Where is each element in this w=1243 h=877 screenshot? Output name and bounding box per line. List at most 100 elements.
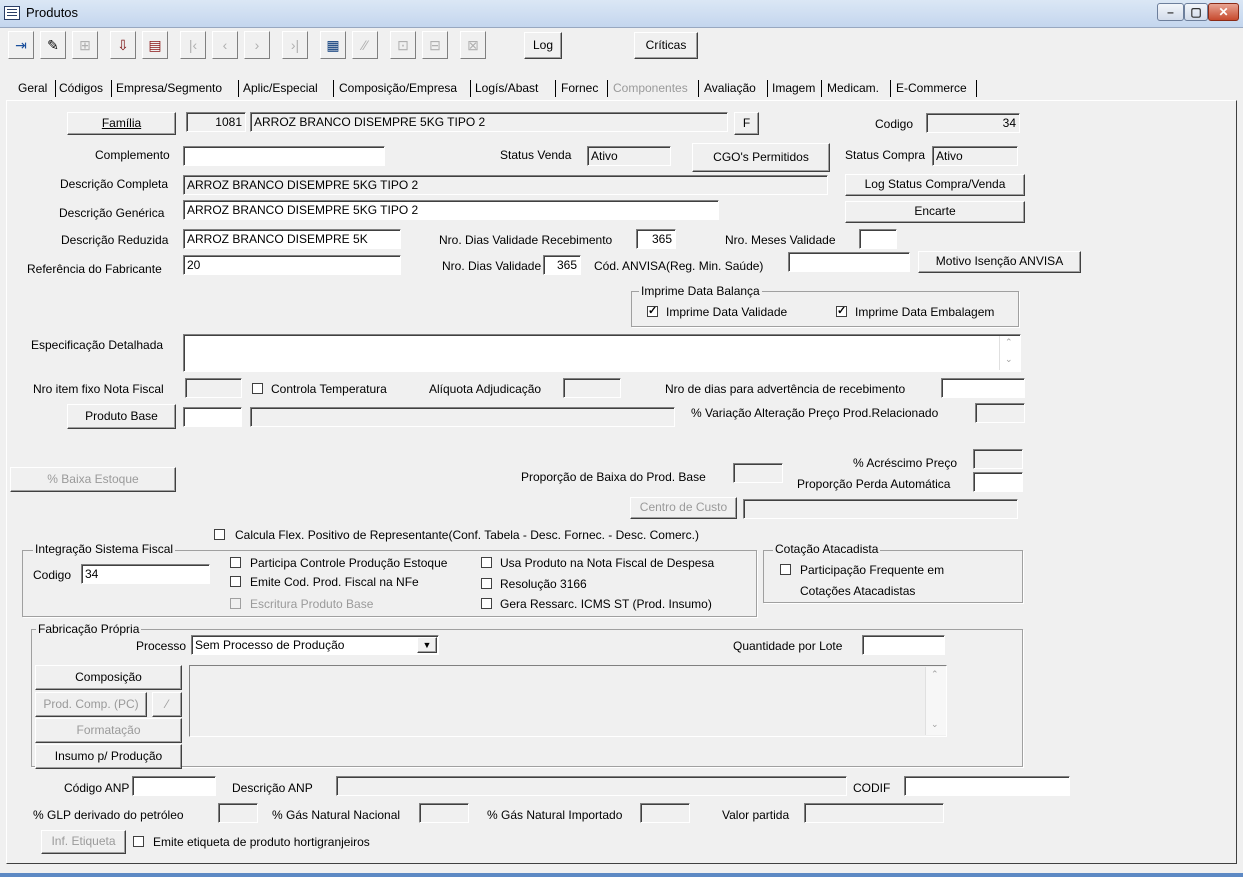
proporcao-perda-label: Proporção Perda Automática xyxy=(797,477,951,491)
scroll-up-icon[interactable]: ⌃ xyxy=(931,669,939,680)
encarte-button[interactable]: Encarte xyxy=(845,201,1025,223)
proporcao-perda-input[interactable] xyxy=(973,472,1023,492)
maximize-button[interactable]: ▢ xyxy=(1184,3,1208,21)
scroll-down-icon[interactable]: ⌄ xyxy=(931,719,939,730)
composicao-button[interactable]: Composição xyxy=(35,665,182,690)
participa-controle-checkbox[interactable] xyxy=(230,557,241,568)
save-button[interactable]: ⇩ xyxy=(110,31,136,59)
imprime-data-validade-checkbox[interactable] xyxy=(647,304,658,317)
emite-cod-checkbox[interactable] xyxy=(230,576,241,587)
close-icon: ✕ xyxy=(1218,5,1229,19)
exit-button[interactable]: ⇥ xyxy=(8,31,34,59)
next-record-button[interactable]: › xyxy=(244,31,270,59)
minimize-button[interactable]: – xyxy=(1157,3,1184,21)
prev-icon: ‹ xyxy=(222,37,228,53)
first-record-button[interactable]: |‹ xyxy=(180,31,206,59)
proporcao-baixa-label: Proporção de Baixa do Prod. Base xyxy=(521,470,706,484)
tree-icon: ⊞ xyxy=(79,37,91,53)
controla-temperatura-checkbox[interactable] xyxy=(252,383,263,394)
nro-dias-advertencia-input[interactable] xyxy=(941,378,1025,398)
participacao-frequente-checkbox[interactable] xyxy=(780,564,791,575)
prod-comp-button[interactable]: Prod. Comp. (PC) xyxy=(35,692,147,717)
tab-empresa-segmento[interactable]: Empresa/Segmento xyxy=(116,76,222,100)
calcula-flex-checkbox[interactable] xyxy=(214,529,225,540)
inf-etiqueta-button[interactable]: Inf. Etiqueta xyxy=(41,830,126,854)
emite-etiqueta-checkbox[interactable] xyxy=(133,836,144,847)
cgos-permitidos-button[interactable]: CGO's Permitidos xyxy=(692,143,830,172)
motivo-isencao-anvisa-button[interactable]: Motivo Isenção ANVISA xyxy=(918,251,1081,273)
log-status-compra-venda-button[interactable]: Log Status Compra/Venda xyxy=(845,174,1025,196)
familia-f-button[interactable]: F xyxy=(734,112,759,135)
escritura-produto-checkbox[interactable] xyxy=(230,598,241,609)
tab-ecommerce[interactable]: E-Commerce xyxy=(896,76,967,100)
edit-button[interactable]: ✎ xyxy=(40,31,66,59)
dias-validade-recebimento-input[interactable]: 365 xyxy=(636,229,676,249)
motivo-anvisa-button-label: Motivo Isenção ANVISA xyxy=(935,254,1064,268)
criticas-button[interactable]: Críticas xyxy=(634,32,698,59)
tab-avaliacao[interactable]: Avaliação xyxy=(704,76,756,100)
exit-icon: ⇥ xyxy=(15,37,27,53)
tab-codigos[interactable]: Códigos xyxy=(59,76,103,100)
tab-geral[interactable]: Geral xyxy=(18,76,47,100)
tab-logis-abast[interactable]: Logís/Abast xyxy=(475,76,538,100)
log-button[interactable]: Log xyxy=(524,32,562,59)
centro-custo-button[interactable]: Centro de Custo xyxy=(630,497,737,519)
tab-aplic-especial[interactable]: Aplic/Especial xyxy=(243,76,318,100)
imprime-data-embalagem-checkbox[interactable] xyxy=(836,304,847,317)
anvisa-input[interactable] xyxy=(788,252,910,272)
complemento-label: Complemento xyxy=(95,148,170,162)
tab-fornec[interactable]: Fornec xyxy=(561,76,598,100)
prev-record-button[interactable]: ‹ xyxy=(212,31,238,59)
valor-partida-field xyxy=(804,803,944,823)
tab-medicam[interactable]: Medicam. xyxy=(827,76,879,100)
tab-composicao-empresa[interactable]: Composição/Empresa xyxy=(339,76,457,100)
close-button[interactable]: ✕ xyxy=(1208,3,1239,21)
baixa-estoque-button-label: % Baixa Estoque xyxy=(47,472,139,486)
meses-validade-input[interactable] xyxy=(859,229,897,249)
processo-select[interactable]: Sem Processo de Produção xyxy=(191,635,439,655)
complemento-input[interactable] xyxy=(183,146,385,166)
prod-comp-edit-button[interactable]: ⁄ xyxy=(152,692,182,717)
scroll-up-icon[interactable]: ⌃ xyxy=(1005,337,1013,348)
grid-button[interactable]: ▦ xyxy=(320,31,346,59)
composicao-scrollbar[interactable]: ⌃ ⌄ xyxy=(925,667,946,735)
descricao-generica-input[interactable]: ARROZ BRANCO DISEMPRE 5KG TIPO 2 xyxy=(183,200,719,220)
resolucao-checkbox[interactable] xyxy=(481,578,492,589)
usa-produto-checkbox[interactable] xyxy=(481,557,492,568)
chart-button[interactable]: ⁄⁄ xyxy=(352,31,378,59)
dias-validade-input[interactable]: 365 xyxy=(543,255,581,275)
descricao-reduzida-input[interactable]: ARROZ BRANCO DISEMPRE 5K xyxy=(183,229,401,249)
codigo-anp-input[interactable] xyxy=(132,776,216,796)
inf-etiqueta-button-label: Inf. Etiqueta xyxy=(51,834,116,848)
produto-base-code-input[interactable] xyxy=(183,407,242,427)
gera-ressarc-checkbox[interactable] xyxy=(481,598,492,609)
insumo-producao-button[interactable]: Insumo p/ Produção xyxy=(35,744,182,769)
scroll-down-icon[interactable]: ⌄ xyxy=(1005,354,1013,365)
codif-input[interactable] xyxy=(904,776,1070,796)
tab-componentes[interactable]: Componentes xyxy=(613,76,688,100)
first-icon: |‹ xyxy=(188,37,198,53)
processo-dropdown-button[interactable]: ▼ xyxy=(417,637,437,653)
meses-validade-label: Nro. Meses Validade xyxy=(725,233,836,247)
last-record-button[interactable]: ›| xyxy=(282,31,308,59)
especificacao-scrollbar[interactable]: ⌃ ⌄ xyxy=(999,336,1020,370)
tab-imagem[interactable]: Imagem xyxy=(772,76,815,100)
f-button-label: F xyxy=(742,116,751,130)
import-button[interactable]: ⊠ xyxy=(460,31,486,59)
referencia-fabricante-input[interactable]: 20 xyxy=(183,255,401,275)
move-button[interactable]: ⊡ xyxy=(390,31,416,59)
fiscal-codigo-input[interactable]: 34 xyxy=(81,564,210,584)
export-button[interactable]: ⊟ xyxy=(422,31,448,59)
baixa-estoque-button[interactable]: % Baixa Estoque xyxy=(10,467,176,492)
controla-temperatura-label: Controla Temperatura xyxy=(271,382,387,396)
especificacao-detalhada-textarea[interactable] xyxy=(183,334,1021,372)
tree-button[interactable]: ⊞ xyxy=(72,31,98,59)
status-venda-field: Ativo xyxy=(587,146,671,166)
print-button[interactable]: ▤ xyxy=(142,31,168,59)
formatacao-button[interactable]: Formatação xyxy=(35,718,182,743)
produto-base-button[interactable]: Produto Base xyxy=(67,404,176,429)
composicao-list[interactable] xyxy=(189,665,947,737)
familia-code-field: 1081 xyxy=(186,112,246,132)
quantidade-lote-input[interactable] xyxy=(862,635,945,655)
familia-button[interactable]: Família xyxy=(67,112,176,135)
